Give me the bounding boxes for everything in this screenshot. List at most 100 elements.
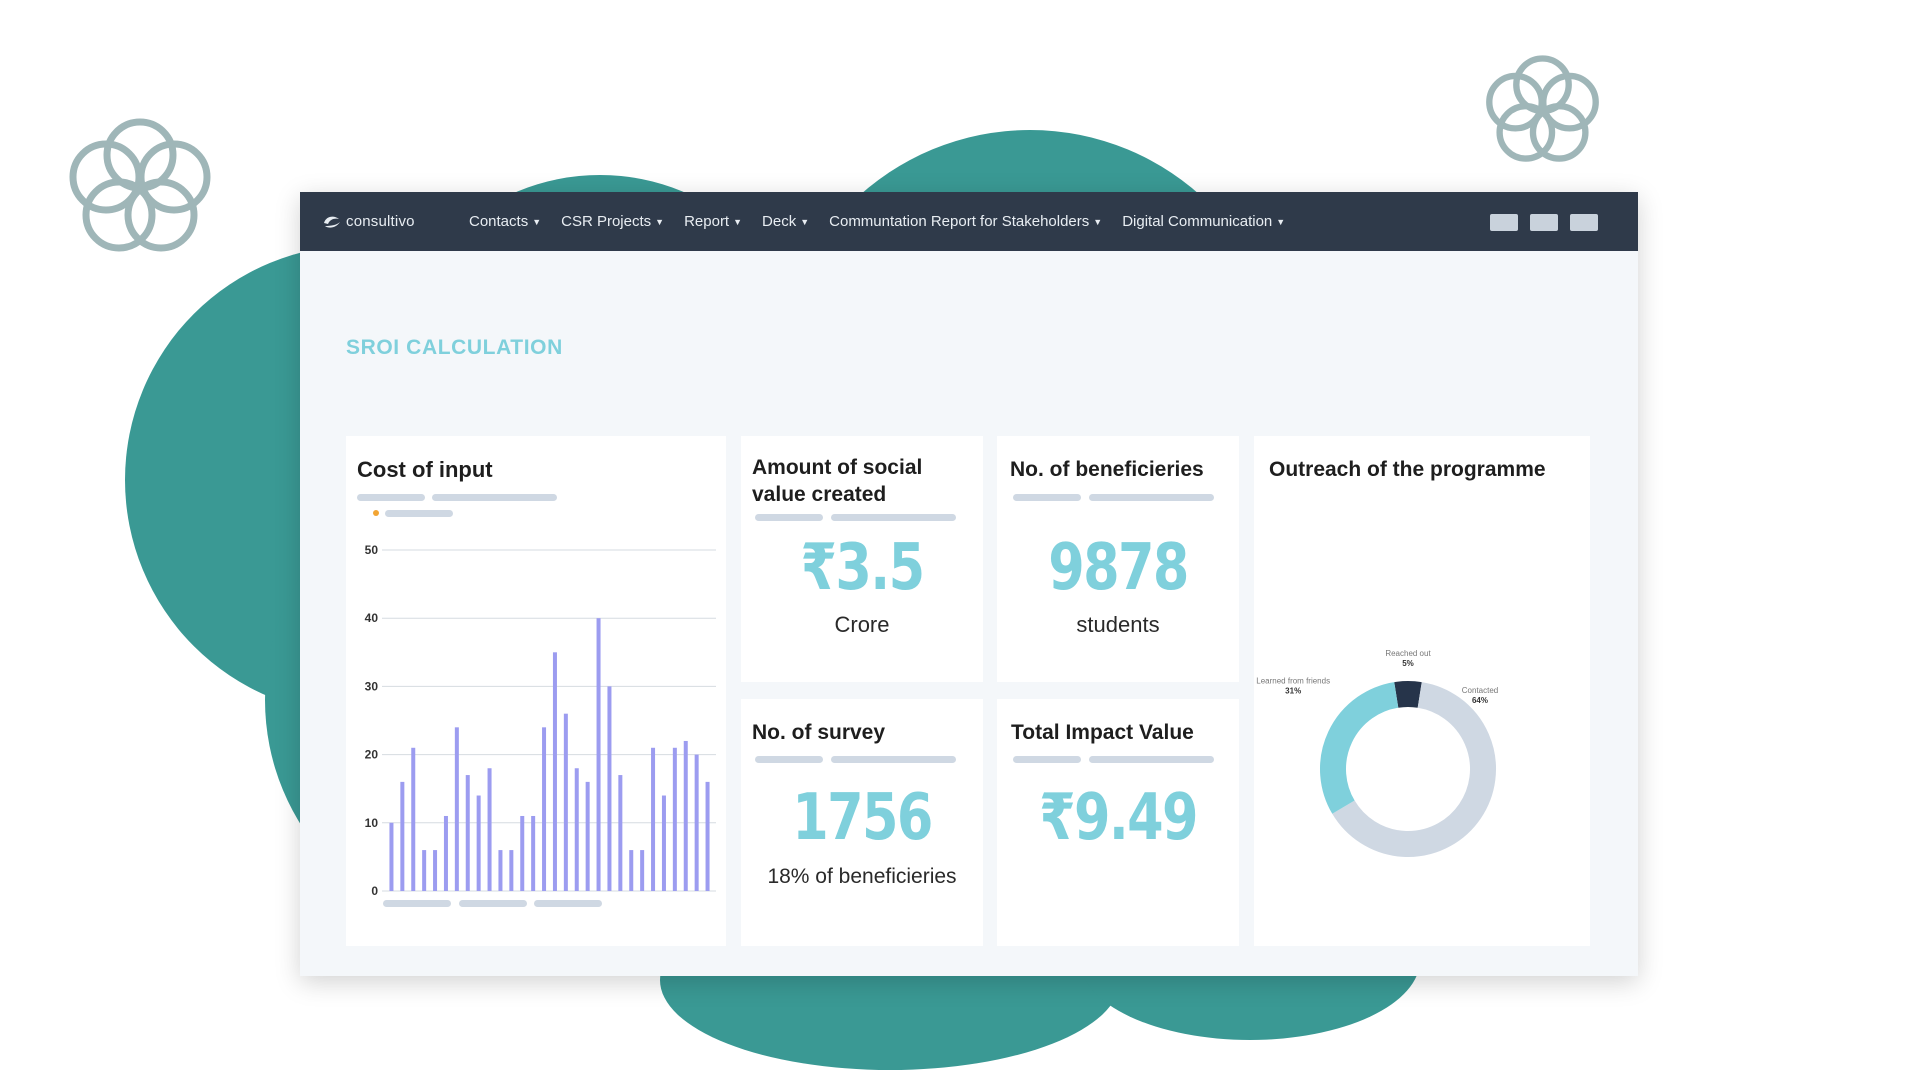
cost-bar-chart: 0 10 20 30 40 50: [365, 543, 716, 898]
bar[interactable]: [607, 686, 612, 891]
caret-down-icon: ▼: [1093, 216, 1103, 227]
bar[interactable]: [661, 795, 666, 891]
outreach-donut-chart: Reached out5% Contacted64% Learned from fr…: [1256, 649, 1498, 857]
bar[interactable]: [520, 815, 525, 891]
menu-report[interactable]: Report ▼: [684, 213, 742, 230]
toolbar-button-2[interactable]: [1530, 214, 1558, 231]
bar[interactable]: [498, 850, 503, 891]
menu-digital-communication[interactable]: Digital Communication ▼: [1122, 213, 1285, 230]
beneficiaries-unit: students: [1076, 612, 1160, 637]
donut-slice-percentage: 31%: [1285, 686, 1301, 695]
beneficiaries-card: No. of beneficieries 9878 students: [997, 436, 1239, 682]
bar[interactable]: [629, 850, 634, 891]
bar[interactable]: [596, 618, 601, 891]
y-tick-label: 20: [365, 748, 379, 762]
social-value-unit: Crore: [834, 612, 890, 637]
placeholder-bar: [383, 900, 451, 907]
placeholder-bar: [1089, 756, 1214, 763]
top-navbar: consultivo Contacts ▼ CSR Projects ▼ Repor…: [300, 192, 1638, 251]
menu-stakeholder-report-label: Communtation Report for Stakeholders: [829, 213, 1090, 230]
placeholder-bar: [459, 900, 527, 907]
caret-down-icon: ▼: [1276, 216, 1286, 227]
bar[interactable]: [509, 850, 514, 891]
y-tick-label: 40: [365, 611, 379, 625]
placeholder-bar: [534, 900, 602, 907]
navbar-toolbar: [1478, 214, 1598, 231]
bar[interactable]: [694, 754, 699, 891]
toolbar-button-3[interactable]: [1570, 214, 1598, 231]
impact-value-number: ₹9.49: [1039, 781, 1198, 855]
y-tick-label: 30: [365, 679, 379, 693]
bar[interactable]: [443, 815, 448, 891]
page-title: SROI CALCULATION: [346, 336, 563, 359]
donut-slice-percentage: 5%: [1402, 659, 1414, 668]
bar[interactable]: [433, 850, 438, 891]
bar[interactable]: [531, 815, 536, 891]
survey-percentage: 18% of beneficieries: [767, 865, 957, 888]
bar[interactable]: [585, 781, 590, 891]
survey-title: No. of survey: [752, 721, 886, 744]
outreach-card: Outreach of the programme Reached out 5% C…: [1254, 436, 1590, 946]
donut-slice[interactable]: [1320, 682, 1399, 814]
donut-slice-label: Learned from friends: [1256, 676, 1330, 685]
placeholder-bar: [1013, 494, 1081, 501]
beneficiaries-number: 9878: [1048, 531, 1189, 605]
bar[interactable]: [389, 822, 394, 891]
toolbar-button-1[interactable]: [1490, 214, 1518, 231]
bar[interactable]: [476, 795, 481, 891]
survey-card: No. of survey 1756 18% of beneficieries: [741, 699, 983, 946]
social-value-title: Amount of social value created: [752, 456, 923, 506]
bar[interactable]: [542, 727, 547, 891]
caret-down-icon: ▼: [800, 216, 810, 227]
bar[interactable]: [683, 740, 688, 891]
menu-digital-communication-label: Digital Communication: [1122, 213, 1273, 230]
impact-value-title: Total Impact Value: [1011, 721, 1194, 744]
impact-value-card: Total Impact Value ₹9.49: [997, 699, 1239, 946]
y-tick-label: 50: [365, 543, 379, 557]
placeholder-bar: [755, 756, 823, 763]
donut-slice-label: Reached out: [1385, 649, 1431, 658]
bar[interactable]: [618, 775, 623, 891]
bar[interactable]: [465, 775, 470, 891]
bar[interactable]: [640, 850, 645, 891]
menu-csr-projects-label: CSR Projects: [561, 213, 652, 230]
bar[interactable]: [454, 727, 459, 891]
placeholder-bar: [831, 514, 956, 521]
menu-csr-projects[interactable]: CSR Projects ▼: [561, 213, 664, 230]
placeholder-bar: [755, 514, 823, 521]
y-tick-label: 10: [365, 816, 379, 830]
donut-slice[interactable]: [1394, 681, 1422, 708]
caret-down-icon: ▼: [532, 216, 542, 227]
survey-number: 1756: [792, 781, 933, 855]
placeholder-bar: [1013, 756, 1081, 763]
placeholder-bar: [831, 756, 956, 763]
menu-deck[interactable]: Deck ▼: [762, 213, 809, 230]
logo-icon: [324, 216, 340, 228]
y-tick-label: 0: [371, 884, 378, 898]
bar[interactable]: [672, 747, 677, 891]
donut-slice-percentage: 64%: [1472, 696, 1488, 705]
bar[interactable]: [411, 747, 416, 891]
bar[interactable]: [487, 768, 492, 891]
cost-of-input-card: Cost of input 0 10 20 30 40 50: [346, 436, 726, 946]
flower-decoration-right: [1486, 55, 1599, 162]
menu-deck-label: Deck: [762, 213, 797, 230]
brand-logo[interactable]: consultivo: [322, 213, 442, 231]
dashboard-window: consultivo Contacts ▼ CSR Projects ▼ Repor…: [300, 192, 1638, 976]
bar[interactable]: [705, 781, 710, 891]
social-value-card: Amount of social value created ₹3.5 Cror…: [741, 436, 983, 682]
beneficiaries-title: No. of beneficieries: [1010, 458, 1204, 481]
donut-slice-label: Contacted: [1462, 686, 1498, 695]
bar[interactable]: [651, 747, 656, 891]
bar[interactable]: [552, 652, 557, 891]
menu-contacts-label: Contacts: [469, 213, 529, 230]
bar[interactable]: [422, 850, 427, 891]
bar[interactable]: [563, 713, 568, 891]
flower-decoration-left: [69, 118, 211, 252]
social-value-number: ₹3.5: [800, 531, 926, 605]
bar[interactable]: [574, 768, 579, 891]
menu-stakeholder-report[interactable]: Communtation Report for Stakeholders ▼: [829, 213, 1102, 230]
bar[interactable]: [400, 781, 405, 891]
brand-name: consultivo: [346, 213, 415, 230]
menu-contacts[interactable]: Contacts ▼: [469, 213, 541, 230]
